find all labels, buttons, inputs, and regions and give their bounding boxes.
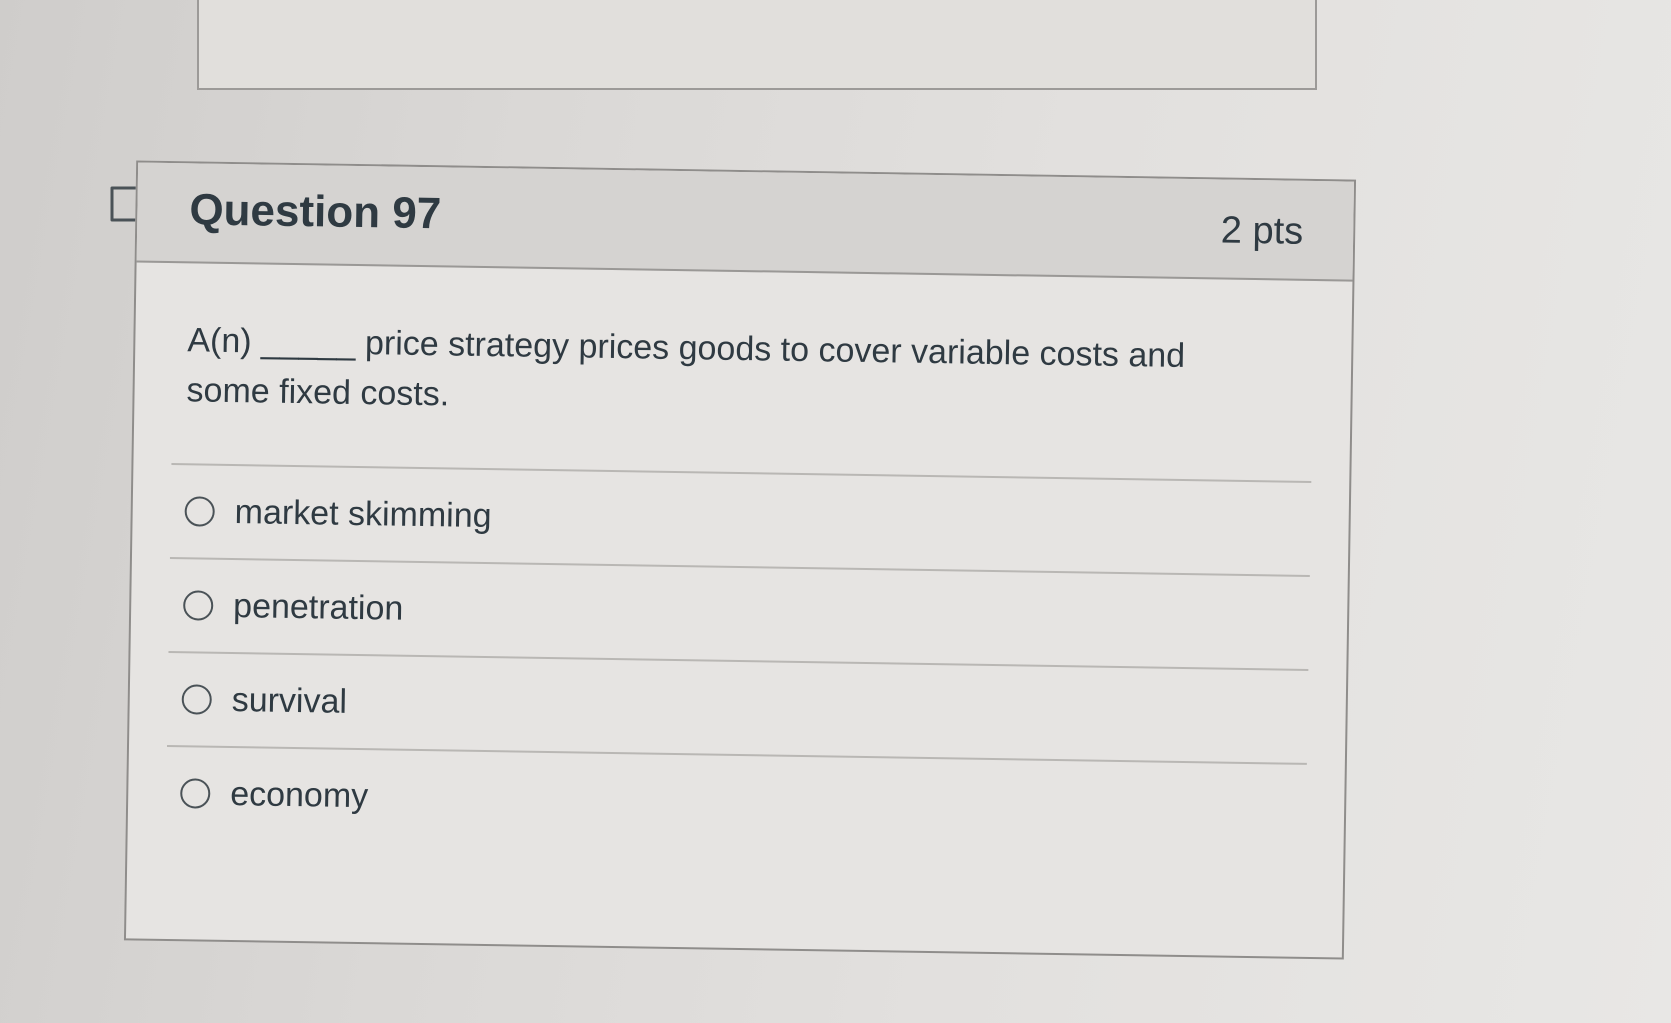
answer-option[interactable]: economy bbox=[165, 745, 1307, 857]
answer-option[interactable]: market skimming bbox=[169, 463, 1312, 575]
answer-list: market skimming penetration survival eco… bbox=[165, 463, 1312, 857]
answer-option[interactable]: penetration bbox=[168, 557, 1310, 669]
radio-button-icon[interactable] bbox=[180, 778, 211, 809]
answer-label[interactable]: penetration bbox=[233, 587, 404, 629]
question-card: Question 97 2 pts A(n) _____ price strat… bbox=[123, 160, 1357, 960]
answer-label[interactable]: economy bbox=[230, 775, 369, 816]
question-title: Question 97 bbox=[189, 185, 442, 239]
question-points: 2 pts bbox=[1220, 209, 1304, 253]
answer-label[interactable]: market skimming bbox=[234, 493, 492, 536]
previous-question-card bbox=[197, 0, 1317, 90]
question-header: Question 97 2 pts bbox=[136, 162, 1355, 282]
radio-button-icon[interactable] bbox=[182, 590, 214, 621]
radio-button-icon[interactable] bbox=[181, 684, 212, 715]
question-text: A(n) _____ price strategy prices goods t… bbox=[186, 321, 1186, 414]
answer-label[interactable]: survival bbox=[231, 681, 347, 722]
radio-button-icon[interactable] bbox=[184, 496, 215, 527]
answer-option[interactable]: survival bbox=[167, 651, 1309, 763]
